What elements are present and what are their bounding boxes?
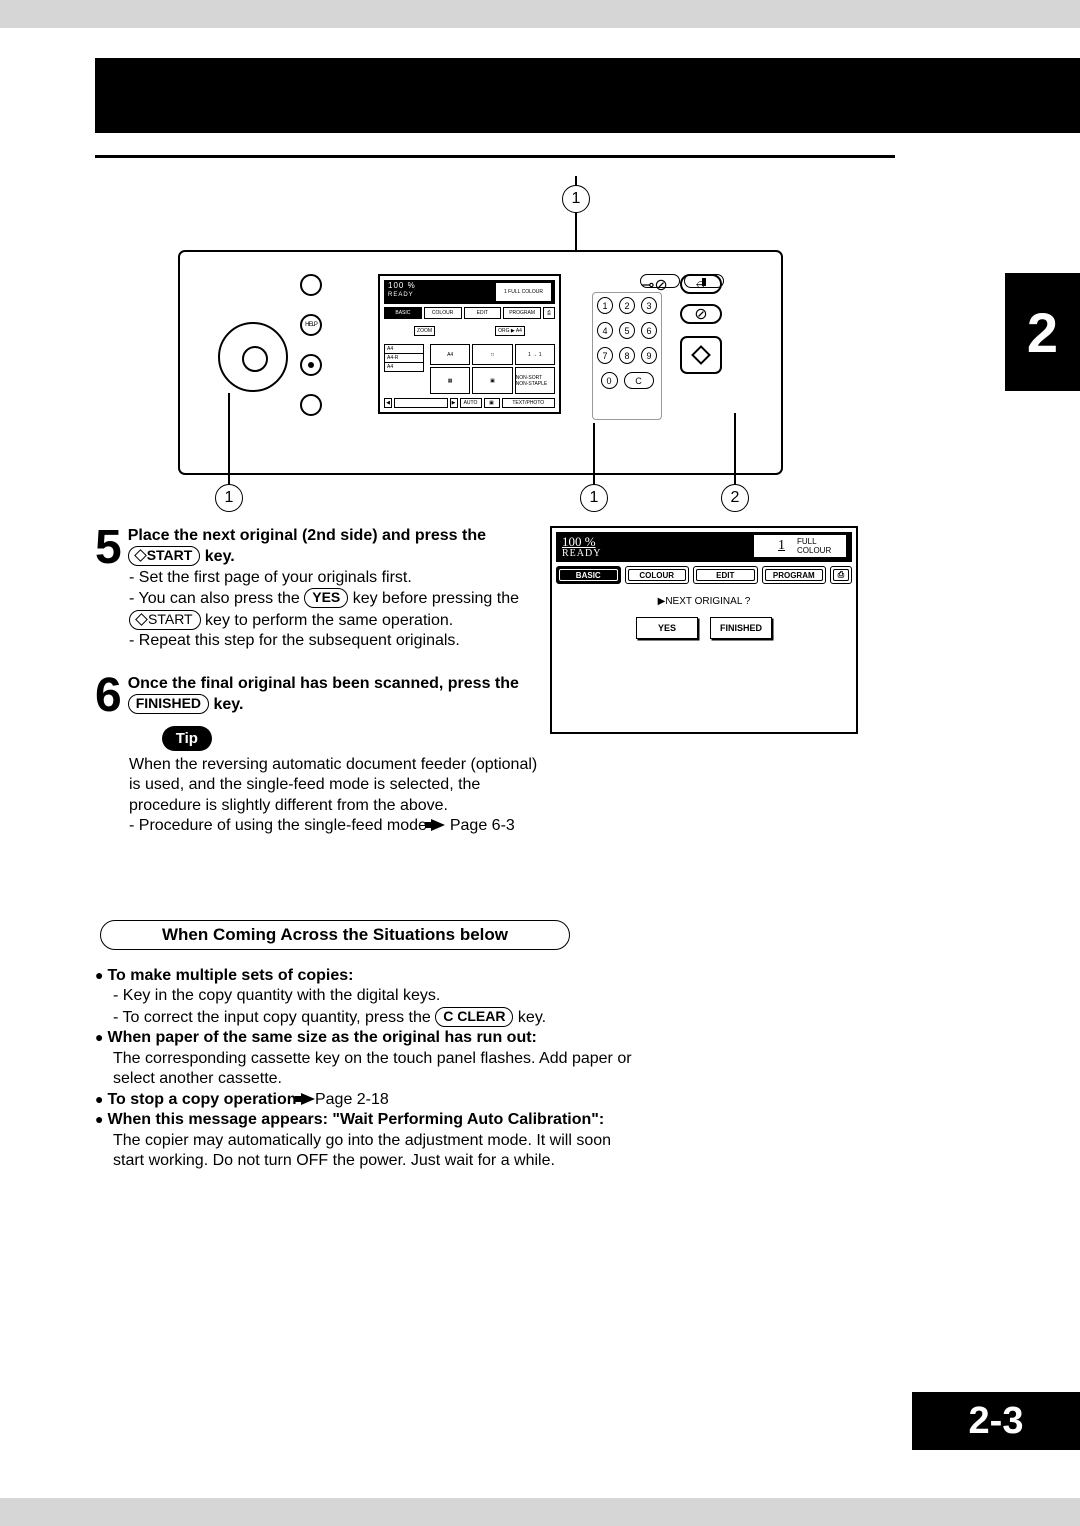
panel-ready: READY: [388, 292, 414, 298]
step5-line: - You can also press the YES key before …: [129, 588, 540, 631]
situ-line: The copier may automatically go into the…: [113, 1131, 635, 1172]
lcd-finished-button: FINISHED: [710, 617, 772, 639]
key-clear: C: [624, 372, 654, 389]
page-number: 2-3: [912, 1392, 1080, 1450]
callout-number: 1: [580, 484, 608, 512]
step-number: 6: [95, 674, 122, 717]
indicator-circle: [300, 394, 322, 416]
right-button: ⦵: [680, 274, 722, 294]
grid-cell: 1 → 1: [515, 344, 555, 365]
situations-block: ●To make multiple sets of copies: - Key …: [95, 966, 635, 1172]
lcd-tab: COLOUR: [625, 566, 690, 584]
key-0: 0: [601, 372, 618, 389]
leader-line: [734, 413, 736, 485]
panel-tab: COLOUR: [424, 307, 462, 319]
key-6: 6: [641, 322, 657, 339]
leader-line: [593, 423, 595, 485]
grid-cell: NON-SORT NON-STAPLE: [515, 367, 555, 394]
start-button-icon: [680, 336, 722, 374]
section-heading: When Coming Across the Situations below: [100, 920, 570, 950]
situ-heading: To make multiple sets of copies:: [107, 966, 353, 986]
chapter-tab: 2: [1005, 273, 1080, 391]
situ-heading: When paper of the same size as the origi…: [107, 1028, 536, 1048]
key-1: 1: [597, 297, 613, 314]
lcd-prompt: ▶NEXT ORIGINAL ?: [552, 596, 856, 607]
bot-cell: ◀: [384, 398, 392, 408]
start-key-icon: START: [128, 546, 201, 566]
panel-tab: BASIC: [384, 307, 422, 319]
panel-pct: 100 %: [388, 281, 416, 290]
step5-heading: Place the next original (2nd side) and p…: [128, 527, 486, 565]
step5-line: - Repeat this step for the subsequent or…: [129, 631, 540, 651]
situ-heading: To stop a copy operation: [107, 1090, 315, 1110]
lcd-ready: READY: [562, 548, 601, 559]
situ-line: The corresponding cassette key on the to…: [113, 1049, 635, 1090]
indicator-circle: [300, 274, 322, 296]
horizontal-rule: [95, 155, 895, 158]
tip-text: - Procedure of using the single-feed mod…: [129, 816, 540, 836]
key-2: 2: [619, 297, 635, 314]
arrow-icon: [301, 1093, 315, 1105]
step5-line: - Set the first page of your originals f…: [129, 568, 540, 588]
key-9: 9: [641, 347, 657, 364]
lcd-tab-icon: ⎙: [830, 566, 852, 584]
lcd-copies: 1: [778, 538, 785, 554]
clear-key-icon: C CLEAR: [435, 1007, 513, 1027]
step6-heading: Once the final original has been scanned…: [128, 675, 519, 713]
key-8: 8: [619, 347, 635, 364]
grid-cell: A4: [430, 344, 470, 365]
bot-cell: [394, 398, 448, 408]
key-5: 5: [619, 322, 635, 339]
grid-cell: ▦: [430, 367, 470, 394]
lcd-tab: EDIT: [693, 566, 758, 584]
header-band: [95, 58, 1080, 133]
bot-cell: ▶: [450, 398, 458, 408]
panel-tab-icon: ⎙: [543, 307, 555, 319]
key-3: 3: [641, 297, 657, 314]
top-key-icon: ⊸⊘: [640, 274, 680, 288]
bot-cell: AUTO: [460, 398, 482, 408]
panel-tab: PROGRAM: [503, 307, 541, 319]
numeric-keypad: 123 456 789 0C: [592, 292, 662, 420]
bot-cell: TEXT/PHOTO: [502, 398, 556, 408]
lcd-tab: BASIC: [556, 566, 621, 584]
mid-cell: ZOOM: [414, 326, 435, 336]
situ-line: - Key in the copy quantity with the digi…: [113, 986, 635, 1006]
step-number: 5: [95, 526, 122, 569]
tip-text: When the reversing automatic document fe…: [129, 755, 540, 816]
grid-cell: ▣: [472, 367, 512, 394]
right-button: ⊘: [680, 304, 722, 324]
callout-number: 1: [562, 185, 590, 213]
body-text: 5 Place the next original (2nd side) and…: [95, 526, 540, 837]
indicator-circle: [300, 354, 322, 376]
lcd-yes-button: YES: [636, 617, 698, 639]
tip-badge: Tip: [162, 726, 212, 751]
yes-key-icon: YES: [304, 588, 348, 608]
key-7: 7: [597, 347, 613, 364]
mid-cell: ORG ▶ A4: [495, 326, 525, 336]
callout-number: 1: [215, 484, 243, 512]
tray-item: A4: [384, 362, 424, 372]
situ-heading: When this message appears: "Wait Perform…: [107, 1110, 604, 1130]
situ-line: - To correct the input copy quantity, pr…: [113, 1007, 635, 1028]
lcd-preview: 100 % READY 1FULL COLOUR BASIC COLOUR ED…: [550, 526, 858, 734]
contrast-dial: [218, 322, 288, 392]
panel-tab: EDIT: [464, 307, 502, 319]
grid-cell: □: [472, 344, 512, 365]
control-panel-illustration: HELP 100 % READY 1 FULL COLOUR BASIC COL…: [178, 250, 783, 475]
panel-badge: 1 FULL COLOUR: [496, 283, 551, 301]
finished-key-icon: FINISHED: [128, 694, 209, 714]
leader-line: [228, 393, 230, 485]
manual-page: 2 2-3 HELP 100 % READY 1 FULL COLOUR BAS…: [0, 28, 1080, 1498]
key-4: 4: [597, 322, 613, 339]
bot-cell: ▣: [484, 398, 500, 408]
arrow-icon: [431, 819, 445, 831]
panel-lcd: 100 % READY 1 FULL COLOUR BASIC COLOUR E…: [378, 274, 561, 414]
lcd-tab: PROGRAM: [762, 566, 827, 584]
start-key-icon: START: [129, 610, 201, 630]
callout-number: 2: [721, 484, 749, 512]
help-button-icon: HELP: [300, 314, 322, 336]
lcd-badge: 1FULL COLOUR: [754, 535, 846, 557]
